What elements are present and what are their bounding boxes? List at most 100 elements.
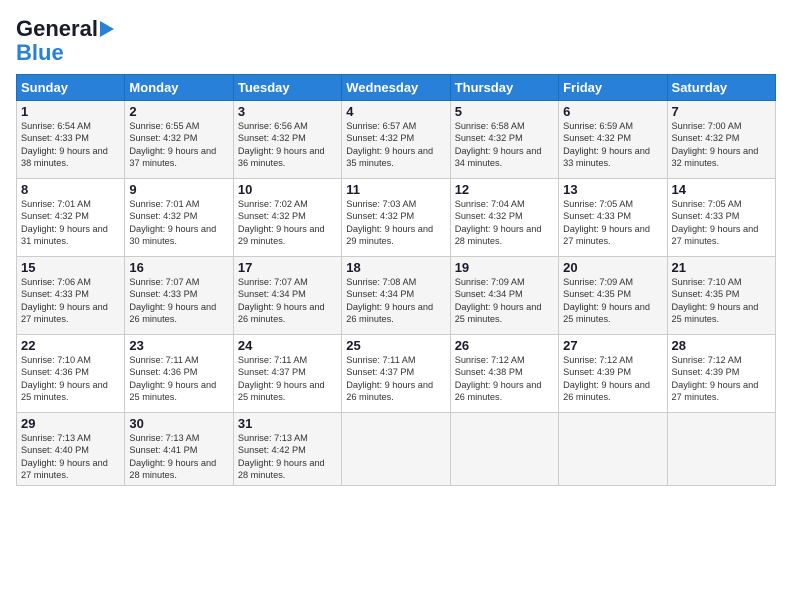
cell-info: Sunrise: 7:07 AMSunset: 4:33 PMDaylight:… — [129, 277, 216, 324]
day-number: 21 — [672, 260, 771, 275]
calendar-cell: 29 Sunrise: 7:13 AMSunset: 4:40 PMDayligh… — [17, 413, 125, 486]
day-number: 4 — [346, 104, 445, 119]
calendar-cell: 17 Sunrise: 7:07 AMSunset: 4:34 PMDayligh… — [233, 257, 341, 335]
calendar-cell: 13 Sunrise: 7:05 AMSunset: 4:33 PMDayligh… — [559, 179, 667, 257]
calendar-cell: 9Sunrise: 7:01 AMSunset: 4:32 PMDaylight… — [125, 179, 233, 257]
calendar-cell: 1 Sunrise: 6:54 AMSunset: 4:33 PMDaylight… — [17, 101, 125, 179]
calendar-cell: 12Sunrise: 7:04 AMSunset: 4:32 PMDayligh… — [450, 179, 558, 257]
cell-info: Sunrise: 7:01 AMSunset: 4:32 PMDaylight:… — [129, 199, 216, 246]
cell-info: Sunrise: 7:09 AMSunset: 4:35 PMDaylight:… — [563, 277, 650, 324]
day-number: 29 — [21, 416, 120, 431]
cell-info: Sunrise: 6:54 AMSunset: 4:33 PMDaylight:… — [21, 121, 108, 168]
cell-info: Sunrise: 7:12 AMSunset: 4:39 PMDaylight:… — [672, 355, 759, 402]
day-number: 27 — [563, 338, 662, 353]
day-number: 25 — [346, 338, 445, 353]
day-number: 8 — [21, 182, 120, 197]
cell-info: Sunrise: 7:06 AMSunset: 4:33 PMDaylight:… — [21, 277, 108, 324]
cell-info: Sunrise: 7:13 AMSunset: 4:40 PMDaylight:… — [21, 433, 108, 480]
cell-info: Sunrise: 7:11 AMSunset: 4:36 PMDaylight:… — [129, 355, 216, 402]
calendar-table: SundayMondayTuesdayWednesdayThursdayFrid… — [16, 74, 776, 486]
cell-info: Sunrise: 7:07 AMSunset: 4:34 PMDaylight:… — [238, 277, 325, 324]
calendar-cell: 24 Sunrise: 7:11 AMSunset: 4:37 PMDayligh… — [233, 335, 341, 413]
calendar-cell: 14Sunrise: 7:05 AMSunset: 4:33 PMDayligh… — [667, 179, 775, 257]
cell-info: Sunrise: 7:12 AMSunset: 4:39 PMDaylight:… — [563, 355, 650, 402]
cell-info: Sunrise: 7:11 AMSunset: 4:37 PMDaylight:… — [238, 355, 325, 402]
calendar-cell: 5 Sunrise: 6:58 AMSunset: 4:32 PMDaylight… — [450, 101, 558, 179]
day-number: 17 — [238, 260, 337, 275]
cell-info: Sunrise: 7:11 AMSunset: 4:37 PMDaylight:… — [346, 355, 433, 402]
day-header-sunday: Sunday — [17, 75, 125, 101]
cell-info: Sunrise: 7:13 AMSunset: 4:42 PMDaylight:… — [238, 433, 325, 480]
cell-info: Sunrise: 7:02 AMSunset: 4:32 PMDaylight:… — [238, 199, 325, 246]
day-number: 23 — [129, 338, 228, 353]
day-number: 11 — [346, 182, 445, 197]
day-number: 14 — [672, 182, 771, 197]
cell-info: Sunrise: 7:09 AMSunset: 4:34 PMDaylight:… — [455, 277, 542, 324]
cell-info: Sunrise: 7:13 AMSunset: 4:41 PMDaylight:… — [129, 433, 216, 480]
calendar-cell: 18Sunrise: 7:08 AMSunset: 4:34 PMDayligh… — [342, 257, 450, 335]
day-number: 10 — [238, 182, 337, 197]
cell-info: Sunrise: 7:10 AMSunset: 4:36 PMDaylight:… — [21, 355, 108, 402]
cell-info: Sunrise: 6:55 AMSunset: 4:32 PMDaylight:… — [129, 121, 216, 168]
calendar-cell: 19Sunrise: 7:09 AMSunset: 4:34 PMDayligh… — [450, 257, 558, 335]
day-number: 2 — [129, 104, 228, 119]
calendar-cell: 23 Sunrise: 7:11 AMSunset: 4:36 PMDayligh… — [125, 335, 233, 413]
logo-arrow-icon — [100, 21, 114, 37]
calendar-cell: 28 Sunrise: 7:12 AMSunset: 4:39 PMDayligh… — [667, 335, 775, 413]
calendar-cell: 21 Sunrise: 7:10 AMSunset: 4:35 PMDayligh… — [667, 257, 775, 335]
cell-info: Sunrise: 6:58 AMSunset: 4:32 PMDaylight:… — [455, 121, 542, 168]
days-header-row: SundayMondayTuesdayWednesdayThursdayFrid… — [17, 75, 776, 101]
cell-info: Sunrise: 7:05 AMSunset: 4:33 PMDaylight:… — [563, 199, 650, 246]
calendar-container: General Blue SundayMondayTuesdayWednesda… — [0, 0, 792, 496]
day-number: 6 — [563, 104, 662, 119]
calendar-cell: 10 Sunrise: 7:02 AMSunset: 4:32 PMDayligh… — [233, 179, 341, 257]
header: General Blue — [16, 16, 776, 64]
calendar-cell: 7Sunrise: 7:00 AMSunset: 4:32 PMDaylight… — [667, 101, 775, 179]
day-number: 1 — [21, 104, 120, 119]
logo-general: General — [16, 16, 98, 42]
cell-info: Sunrise: 6:59 AMSunset: 4:32 PMDaylight:… — [563, 121, 650, 168]
cell-info: Sunrise: 7:03 AMSunset: 4:32 PMDaylight:… — [346, 199, 433, 246]
day-number: 30 — [129, 416, 228, 431]
calendar-cell — [559, 413, 667, 486]
calendar-cell: 25 Sunrise: 7:11 AMSunset: 4:37 PMDayligh… — [342, 335, 450, 413]
logo: General Blue — [16, 16, 114, 64]
day-number: 18 — [346, 260, 445, 275]
calendar-cell: 22 Sunrise: 7:10 AMSunset: 4:36 PMDayligh… — [17, 335, 125, 413]
cell-info: Sunrise: 6:56 AMSunset: 4:32 PMDaylight:… — [238, 121, 325, 168]
day-number: 22 — [21, 338, 120, 353]
day-number: 3 — [238, 104, 337, 119]
day-number: 20 — [563, 260, 662, 275]
calendar-cell: 30 Sunrise: 7:13 AMSunset: 4:41 PMDayligh… — [125, 413, 233, 486]
day-number: 13 — [563, 182, 662, 197]
calendar-cell: 6 Sunrise: 6:59 AMSunset: 4:32 PMDaylight… — [559, 101, 667, 179]
calendar-cell: 3 Sunrise: 6:56 AMSunset: 4:32 PMDaylight… — [233, 101, 341, 179]
day-header-saturday: Saturday — [667, 75, 775, 101]
cell-info: Sunrise: 6:57 AMSunset: 4:32 PMDaylight:… — [346, 121, 433, 168]
calendar-cell: 2 Sunrise: 6:55 AMSunset: 4:32 PMDaylight… — [125, 101, 233, 179]
cell-info: Sunrise: 7:01 AMSunset: 4:32 PMDaylight:… — [21, 199, 108, 246]
day-number: 24 — [238, 338, 337, 353]
day-number: 28 — [672, 338, 771, 353]
day-number: 26 — [455, 338, 554, 353]
day-number: 12 — [455, 182, 554, 197]
calendar-cell: 26 Sunrise: 7:12 AMSunset: 4:38 PMDayligh… — [450, 335, 558, 413]
calendar-cell: 16Sunrise: 7:07 AMSunset: 4:33 PMDayligh… — [125, 257, 233, 335]
day-header-tuesday: Tuesday — [233, 75, 341, 101]
calendar-cell: 20 Sunrise: 7:09 AMSunset: 4:35 PMDayligh… — [559, 257, 667, 335]
calendar-cell — [667, 413, 775, 486]
day-number: 7 — [672, 104, 771, 119]
cell-info: Sunrise: 7:12 AMSunset: 4:38 PMDaylight:… — [455, 355, 542, 402]
calendar-cell: 4 Sunrise: 6:57 AMSunset: 4:32 PMDaylight… — [342, 101, 450, 179]
calendar-cell: 27 Sunrise: 7:12 AMSunset: 4:39 PMDayligh… — [559, 335, 667, 413]
day-number: 31 — [238, 416, 337, 431]
day-number: 5 — [455, 104, 554, 119]
logo-blue: Blue — [16, 42, 64, 64]
day-number: 15 — [21, 260, 120, 275]
calendar-cell — [450, 413, 558, 486]
day-header-thursday: Thursday — [450, 75, 558, 101]
day-header-friday: Friday — [559, 75, 667, 101]
cell-info: Sunrise: 7:10 AMSunset: 4:35 PMDaylight:… — [672, 277, 759, 324]
day-header-monday: Monday — [125, 75, 233, 101]
calendar-cell: 8 Sunrise: 7:01 AMSunset: 4:32 PMDaylight… — [17, 179, 125, 257]
